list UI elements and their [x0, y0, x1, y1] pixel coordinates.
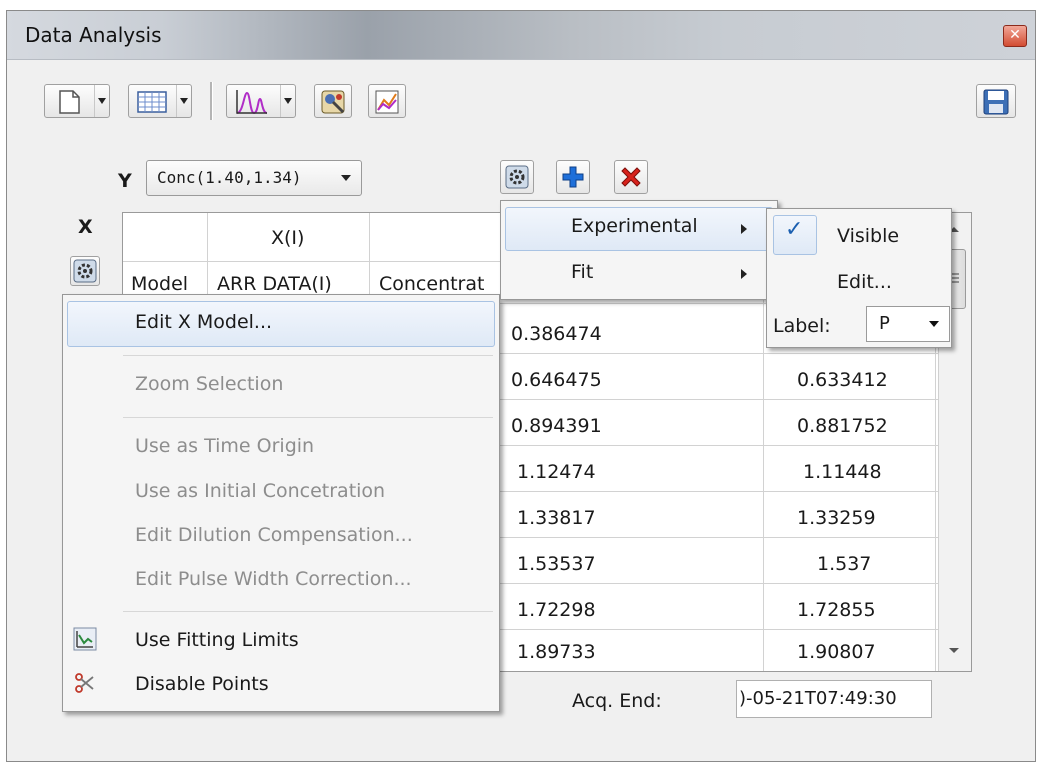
acq-end-label: Acq. End: [572, 690, 662, 712]
document-icon [59, 90, 80, 114]
table-cell[interactable]: 0.646475 [511, 369, 602, 391]
menu-item-experimental[interactable]: Experimental [571, 215, 698, 237]
table-dropdown-button[interactable] [128, 84, 192, 118]
floppy-disk-icon [983, 89, 1009, 115]
title-bar: Data Analysis ✕ [7, 11, 1035, 60]
table-cell[interactable]: 1.11448 [803, 461, 882, 483]
column-header-model[interactable]: Model [131, 273, 188, 295]
delete-series-button[interactable] [614, 160, 648, 194]
menu-separator [123, 355, 493, 356]
scissors-icon [75, 673, 94, 693]
menu-item-use-as-time-origin[interactable]: Use as Time Origin [135, 435, 314, 457]
menu-item-edit[interactable]: Edit... [837, 271, 892, 293]
tools-button[interactable] [314, 84, 352, 118]
menu-item-use-fitting-limits[interactable]: Use Fitting Limits [135, 629, 299, 651]
x-axis-label: X [78, 216, 93, 238]
peak-plot-icon [236, 90, 268, 115]
table-cell[interactable]: 1.537 [817, 553, 871, 575]
scroll-down-arrow-icon [949, 648, 959, 653]
plot-dropdown-button[interactable] [226, 84, 296, 118]
menu-item-edit-pulse-width-correction[interactable]: Edit Pulse Width Correction... [135, 568, 412, 590]
table-cell[interactable]: 1.33817 [517, 507, 596, 529]
submenu-arrow-icon [741, 269, 747, 279]
chevron-down-icon [94, 85, 109, 117]
menu-item-zoom-selection[interactable]: Zoom Selection [135, 373, 283, 395]
y-axis-label: Y [118, 170, 132, 192]
table-cell[interactable]: 1.89733 [517, 641, 596, 663]
menu-item-edit-x-model[interactable]: Edit X Model... [135, 311, 272, 333]
menu-item-edit-dilution-compensation[interactable]: Edit Dilution Compensation... [135, 524, 413, 546]
table-cell[interactable]: 0.894391 [511, 415, 602, 437]
chevron-down-icon [280, 85, 295, 117]
new-document-dropdown-button[interactable] [44, 84, 110, 118]
menu-item-use-as-initial-concentration[interactable]: Use as Initial Concetration [135, 480, 385, 502]
menu-separator [123, 611, 493, 612]
menu-item-disable-points[interactable]: Disable Points [135, 673, 269, 695]
acq-end-field[interactable]: )-05-21T07:49:30 [736, 680, 932, 718]
gear-icon [73, 259, 97, 283]
table-cell[interactable]: 1.72298 [517, 599, 596, 621]
chart-edit-button[interactable] [368, 84, 406, 118]
table-cell[interactable]: 0.386474 [511, 323, 602, 345]
checkmark-icon: ✓ [785, 217, 804, 242]
table-cell[interactable]: 1.53537 [517, 553, 596, 575]
delete-x-icon [621, 167, 641, 187]
series-settings-button[interactable] [500, 160, 534, 194]
series-settings-menu: Experimental Fit [500, 200, 778, 300]
y-variable-select[interactable]: Conc(1.40,1.34) [146, 160, 362, 196]
table-cell[interactable]: 1.33259 [797, 507, 876, 529]
plus-icon [562, 166, 584, 188]
label-field-label: Label: [773, 315, 831, 337]
chevron-down-icon [929, 321, 939, 327]
add-series-button[interactable] [556, 160, 590, 194]
table-cell[interactable]: 1.90807 [797, 641, 876, 663]
table-cell[interactable]: 0.633412 [797, 369, 888, 391]
table-cell[interactable]: 0.881752 [797, 415, 888, 437]
menu-item-fit[interactable]: Fit [571, 261, 593, 283]
menu-item-highlight [67, 301, 495, 347]
table-grid-icon [137, 91, 167, 113]
close-button[interactable]: ✕ [1003, 25, 1027, 47]
table-cell[interactable]: 1.72855 [797, 599, 876, 621]
table-group-header: X(I) [271, 227, 305, 249]
column-header-arr-data[interactable]: ARR DATA(I) [217, 273, 332, 295]
close-icon: ✕ [1009, 27, 1021, 43]
x-context-menu: Edit X Model... Zoom Selection Use as Ti… [62, 294, 500, 712]
chevron-down-icon [341, 175, 351, 181]
menu-item-visible[interactable]: Visible [837, 225, 899, 247]
fitting-limits-icon [73, 627, 97, 651]
table-cell[interactable]: 1.12474 [517, 461, 596, 483]
menu-separator [123, 417, 493, 418]
gear-icon [505, 165, 529, 189]
label-select-value: P [879, 313, 890, 334]
y-variable-value: Conc(1.40,1.34) [157, 168, 302, 187]
tools-icon [321, 90, 345, 114]
submenu-arrow-icon [741, 224, 747, 234]
label-select[interactable]: P [866, 306, 950, 342]
column-header-concentration[interactable]: Concentrat [379, 273, 484, 295]
x-settings-button[interactable] [70, 256, 100, 286]
chart-edit-icon [375, 90, 399, 114]
save-button[interactable] [976, 84, 1016, 118]
toolbar-separator [210, 82, 213, 120]
window-title: Data Analysis [25, 23, 162, 47]
acq-end-value: )-05-21T07:49:30 [739, 688, 897, 709]
chevron-down-icon [176, 85, 191, 117]
